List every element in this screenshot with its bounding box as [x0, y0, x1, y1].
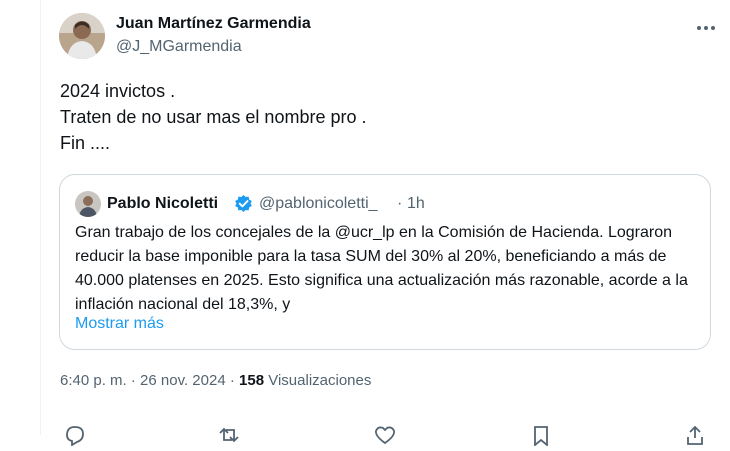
verified-badge-icon	[234, 194, 253, 213]
share-icon[interactable]	[682, 424, 708, 446]
separator-dot: ·	[397, 195, 403, 212]
tweet-meta: 6:40 p. m. · 26 nov. 2024 · 158 Visualiz…	[60, 372, 371, 389]
views-count: 158	[239, 372, 265, 389]
separator-dot: ·	[130, 372, 136, 389]
show-more-link[interactable]: Mostrar más	[75, 315, 164, 333]
separator-dot: ·	[229, 372, 235, 389]
tweet-date[interactable]: 26 nov. 2024	[140, 372, 226, 389]
thread-divider	[40, 0, 41, 435]
author-name[interactable]: Juan Martínez Garmendia	[116, 15, 311, 33]
quoted-author-handle[interactable]: @pablonicoletti_	[259, 195, 378, 213]
author-avatar[interactable]	[59, 13, 105, 59]
tweet-time[interactable]: 6:40 p. m.	[60, 372, 127, 389]
quoted-timestamp[interactable]: 1h	[407, 195, 425, 213]
author-handle[interactable]: @J_MGarmendia	[116, 38, 242, 56]
reply-icon[interactable]	[62, 424, 88, 447]
retweet-icon[interactable]	[216, 424, 242, 446]
tweet-text: 2024 invictos . Traten de no usar mas el…	[60, 81, 367, 153]
quoted-author-name[interactable]: Pablo Nicoletti	[107, 195, 218, 213]
quoted-author-avatar[interactable]	[75, 191, 101, 217]
views-label: Visualizaciones	[268, 372, 372, 389]
quoted-tweet-text: Gran trabajo de los concejales de la @uc…	[75, 224, 688, 313]
like-icon[interactable]	[372, 424, 398, 446]
quoted-tweet[interactable]: Pablo Nicoletti @pablonicoletti_ · 1h Gr…	[59, 174, 711, 350]
bookmark-icon[interactable]	[528, 424, 554, 447]
more-horizontal-icon[interactable]	[690, 18, 720, 38]
